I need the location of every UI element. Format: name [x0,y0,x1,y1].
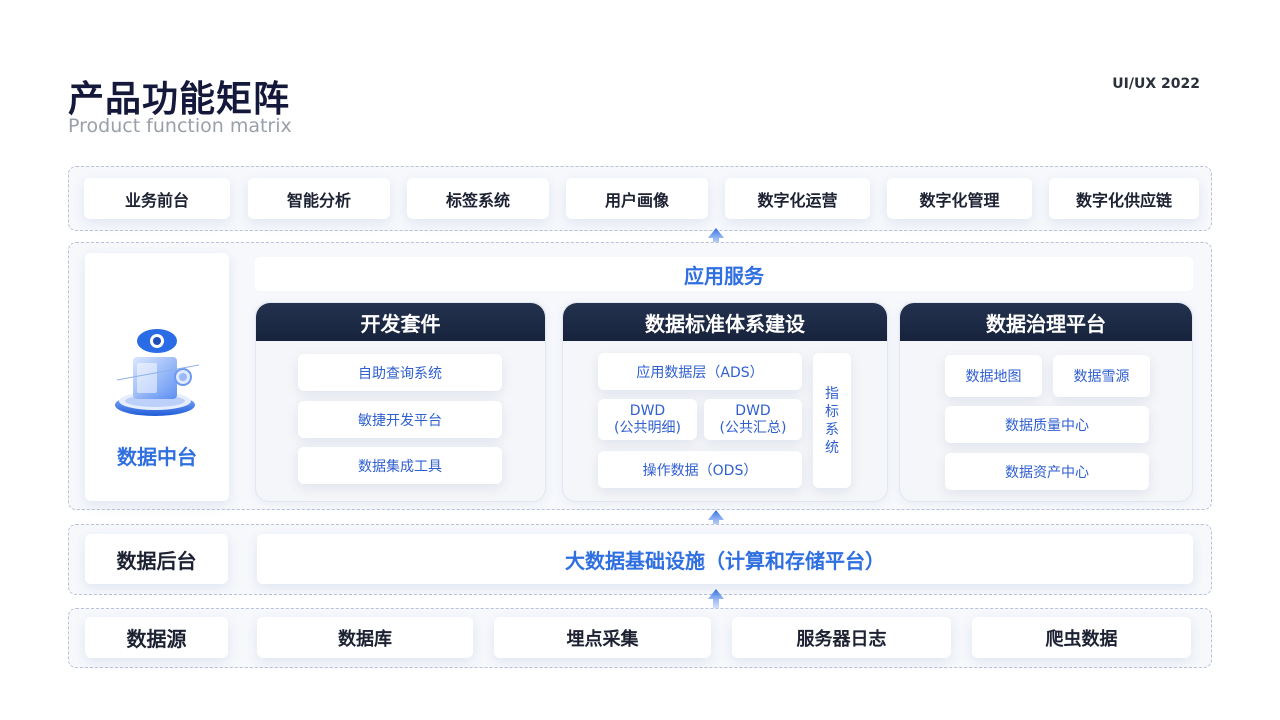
top-card-digital-management[interactable]: 数字化管理 [887,178,1032,219]
standard-item-ads[interactable]: 应用数据层（ADS） [598,353,802,390]
data-middle-platform-card[interactable]: 数据中台 [85,253,229,501]
governance-item-data-source[interactable]: 数据雪源 [1053,355,1150,397]
standard-item-dwd-summary[interactable]: DWD (公共汇总) [704,399,802,440]
indicator-char-2: 标 [825,403,839,420]
top-card-digital-operation[interactable]: 数字化运营 [725,178,870,219]
source-card-event-tracking[interactable]: 埋点采集 [494,617,711,658]
indicator-char-4: 统 [825,439,839,456]
source-card-database[interactable]: 数据库 [257,617,473,658]
dwd-summary-line1: DWD [735,402,771,419]
data-source-label-card[interactable]: 数据源 [85,617,228,658]
top-card-user-portrait[interactable]: 用户画像 [566,178,708,219]
indicator-system-card[interactable]: 指 标 系 统 [813,353,851,488]
dev-suite-item-integration-tool[interactable]: 数据集成工具 [298,447,502,484]
version-tag: UI/UX 2022 [1112,76,1200,92]
dev-suite-title: 开发套件 [256,303,545,341]
data-standard-title: 数据标准体系建设 [563,303,887,341]
standard-item-ods[interactable]: 操作数据（ODS） [598,451,802,488]
page-subtitle: Product function matrix [68,115,292,137]
dev-suite-item-agile-dev[interactable]: 敏捷开发平台 [298,401,502,438]
governance-item-data-map[interactable]: 数据地图 [945,355,1042,397]
application-service-bar[interactable]: 应用服务 [255,257,1193,291]
governance-item-quality-center[interactable]: 数据质量中心 [945,406,1149,443]
governance-item-asset-center[interactable]: 数据资产中心 [945,453,1149,490]
top-card-tag-system[interactable]: 标签系统 [407,178,549,219]
top-card-intelligent-analysis[interactable]: 智能分析 [248,178,390,219]
data-governance-title: 数据治理平台 [900,303,1192,341]
top-card-business-frontend[interactable]: 业务前台 [84,178,230,219]
dwd-detail-line1: DWD [629,402,666,419]
indicator-char-3: 系 [825,421,839,438]
source-card-crawler-data[interactable]: 爬虫数据 [972,617,1191,658]
top-card-digital-supply-chain[interactable]: 数字化供应链 [1049,178,1199,219]
data-platform-icon [115,329,200,416]
dev-suite-item-self-query[interactable]: 自助查询系统 [298,354,502,391]
application-service-title: 应用服务 [684,263,764,288]
dwd-detail-line2: (公共明细) [614,419,681,436]
indicator-char-1: 指 [825,385,839,402]
data-middle-platform-label: 数据中台 [117,445,197,469]
big-data-infrastructure-label: 大数据基础设施（计算和存储平台） [565,548,885,573]
data-backend-label-card[interactable]: 数据后台 [85,534,228,584]
standard-item-dwd-detail[interactable]: DWD (公共明细) [598,399,697,440]
dwd-summary-line2: (公共汇总) [719,419,787,436]
source-card-server-logs[interactable]: 服务器日志 [732,617,951,658]
big-data-infrastructure-card[interactable]: 大数据基础设施（计算和存储平台） [257,534,1193,584]
